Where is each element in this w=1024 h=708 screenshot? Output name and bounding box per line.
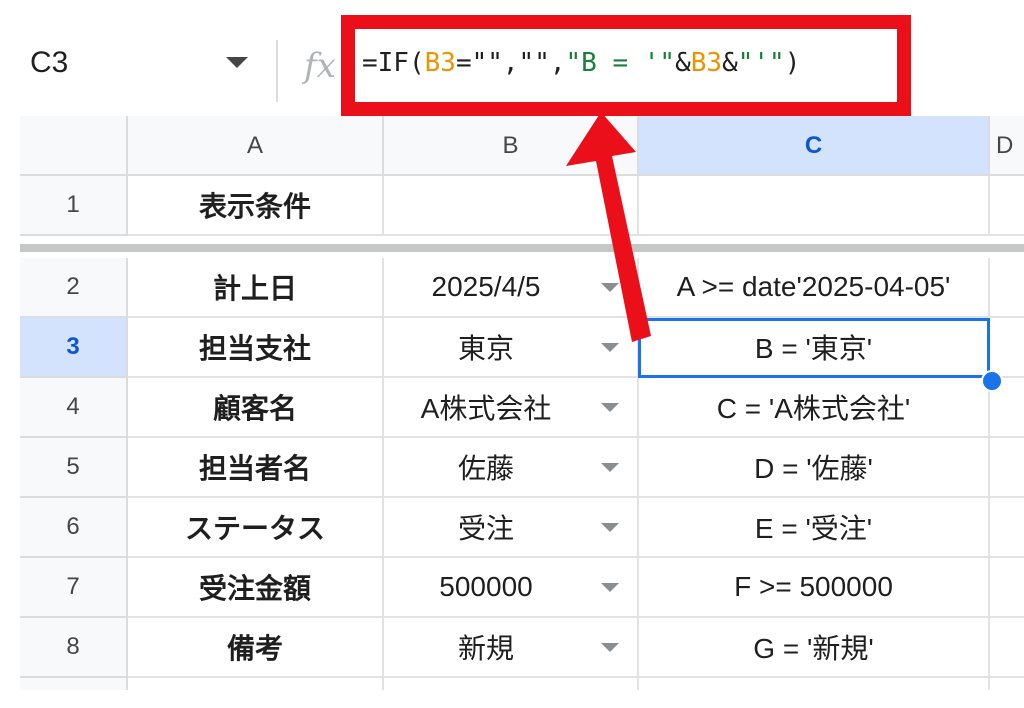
callout-arrow-shape [566, 112, 651, 342]
callout-arrow-icon [566, 112, 651, 342]
